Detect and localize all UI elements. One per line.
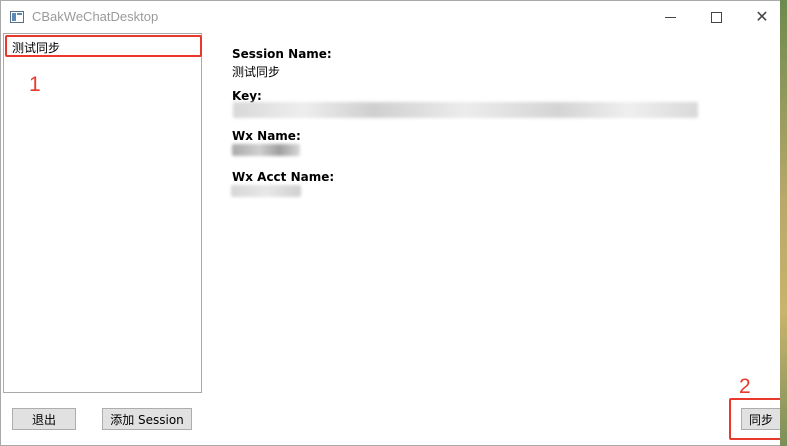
- session-item-label: 测试同步: [12, 41, 61, 55]
- window-title: CBakWeChatDesktop: [32, 9, 159, 24]
- sync-button[interactable]: 同步: [741, 408, 781, 430]
- desktop-background: [780, 0, 787, 446]
- session-name-value: 测试同步: [232, 65, 281, 79]
- app-icon: [10, 11, 24, 23]
- minimize-icon: [664, 16, 676, 18]
- wx-name-label: Wx Name:: [232, 129, 301, 143]
- maximize-button[interactable]: [693, 1, 739, 33]
- add-session-button[interactable]: 添加 Session: [102, 408, 192, 430]
- title-bar[interactable]: CBakWeChatDesktop ✕: [1, 1, 781, 33]
- exit-button[interactable]: 退出: [12, 408, 76, 430]
- session-name-label: Session Name:: [232, 47, 332, 61]
- app-window: CBakWeChatDesktop ✕ 测试同步 1 Session Name:…: [0, 0, 787, 446]
- annotation-marker-1: 1: [29, 73, 41, 96]
- wx-acct-name-label: Wx Acct Name:: [232, 170, 335, 184]
- minimize-button[interactable]: [647, 1, 693, 33]
- annotation-marker-2: 2: [739, 375, 751, 398]
- maximize-icon: [710, 11, 722, 23]
- session-list-item[interactable]: 测试同步: [5, 35, 202, 57]
- key-label: Key:: [232, 89, 262, 103]
- close-button[interactable]: ✕: [739, 1, 785, 33]
- close-icon: ✕: [755, 7, 769, 26]
